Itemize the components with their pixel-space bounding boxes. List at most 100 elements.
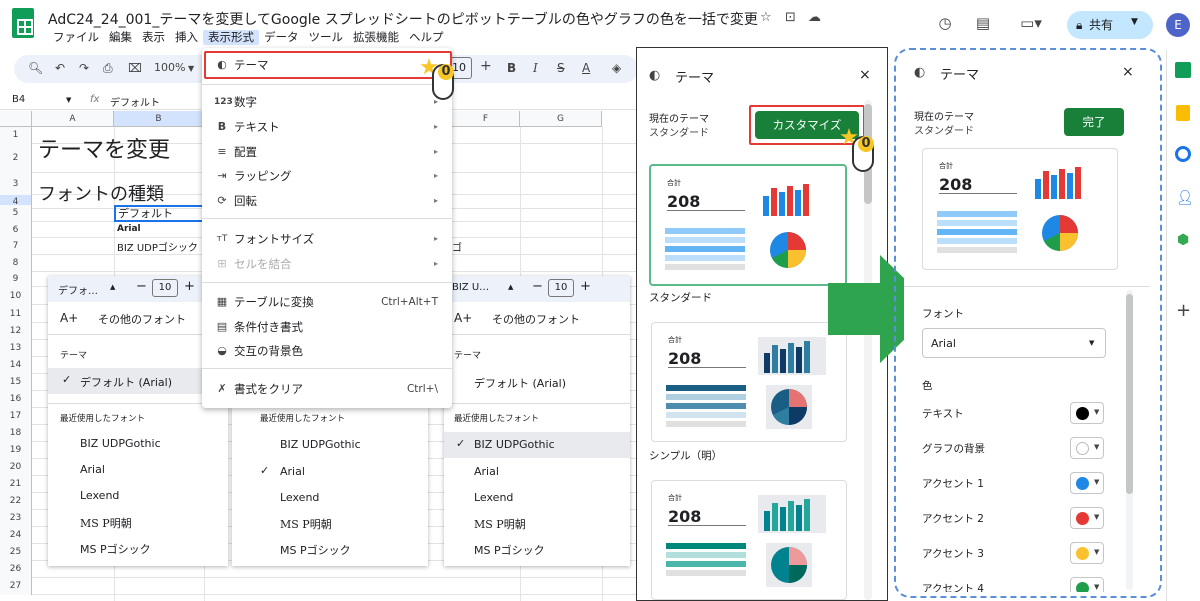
row-header[interactable]: 6 bbox=[0, 222, 32, 238]
menu-item-number[interactable]: 123 数字 ▸ bbox=[202, 91, 452, 113]
color-swatch-button[interactable]: ▼ bbox=[1070, 472, 1104, 494]
row-header[interactable]: 23 bbox=[0, 510, 32, 527]
theme-card-simple-light[interactable]: 合計 208 bbox=[651, 322, 847, 442]
comment-icon[interactable]: ▤ bbox=[973, 14, 993, 32]
menu-item-conditional-format[interactable]: ▤ 条件付き書式 bbox=[202, 316, 452, 338]
row-header[interactable]: 24 bbox=[0, 527, 32, 544]
font-option-lexend[interactable]: Lexend bbox=[474, 491, 513, 504]
font-option-ms-p-gothic[interactable]: MS Pゴシック bbox=[80, 541, 151, 557]
increase-font-size-icon[interactable]: + bbox=[184, 279, 195, 294]
fill-color-icon[interactable]: ◈ bbox=[612, 61, 621, 75]
color-swatch-button[interactable]: ▼ bbox=[1070, 542, 1104, 564]
done-button[interactable]: 完了 bbox=[1064, 108, 1124, 136]
row-header[interactable]: 17 bbox=[0, 408, 32, 425]
font-option-ms-p-gothic[interactable]: MS Pゴシック bbox=[474, 542, 545, 558]
avatar[interactable]: E bbox=[1166, 13, 1190, 37]
menu-item-rotation[interactable]: ⟳ 回転 ▸ bbox=[202, 190, 452, 212]
cell-b6[interactable]: BIZ UDPゴシック bbox=[117, 239, 198, 254]
row-header[interactable]: 20 bbox=[0, 459, 32, 476]
strikethrough-icon[interactable]: S bbox=[557, 61, 565, 75]
font-option-ms-p-mincho[interactable]: MS P明朝 bbox=[280, 516, 332, 532]
row-header[interactable]: 9 bbox=[0, 272, 32, 287]
contacts-icon[interactable]: 👤︎ bbox=[1176, 190, 1194, 206]
font-option-arial[interactable]: Arial bbox=[280, 465, 305, 478]
close-icon[interactable]: × bbox=[1122, 64, 1134, 80]
italic-icon[interactable]: I bbox=[533, 61, 538, 75]
color-swatch-button[interactable]: ▼ bbox=[1070, 507, 1104, 529]
column-header-g[interactable]: G bbox=[520, 111, 602, 127]
color-swatch-button[interactable]: ▼ bbox=[1070, 577, 1104, 592]
menu-item-theme[interactable]: ◐ テーマ bbox=[202, 54, 452, 76]
menu-view[interactable]: 表示 bbox=[137, 30, 170, 45]
menu-insert[interactable]: 挿入 bbox=[170, 30, 203, 45]
sheets-logo[interactable] bbox=[12, 8, 34, 38]
cell-f6[interactable]: ゴ bbox=[452, 239, 462, 254]
meet-icon[interactable]: ▭▾ bbox=[1013, 14, 1049, 32]
row-header[interactable]: 27 bbox=[0, 578, 32, 595]
font-select[interactable]: BIZ U… bbox=[452, 282, 489, 293]
column-header-a[interactable]: A bbox=[32, 111, 114, 127]
menu-tools[interactable]: ツール bbox=[304, 30, 349, 45]
formula-input[interactable]: デフォルト bbox=[110, 94, 160, 109]
sheet-heading-font-types[interactable]: フォントの種類 bbox=[38, 180, 164, 206]
row-header[interactable]: 11 bbox=[0, 305, 32, 323]
font-option-ms-p-gothic[interactable]: MS Pゴシック bbox=[280, 542, 351, 558]
decrease-font-size-icon[interactable]: − bbox=[532, 279, 543, 294]
more-fonts[interactable]: その他のフォント bbox=[492, 311, 580, 327]
row-header[interactable]: 3 bbox=[0, 173, 32, 195]
menu-item-font-size[interactable]: тT フォントサイズ ▸ bbox=[202, 228, 452, 250]
menu-help[interactable]: ヘルプ bbox=[404, 30, 449, 45]
name-box[interactable]: B4 bbox=[12, 94, 25, 105]
color-swatch-button[interactable]: ▼ bbox=[1070, 437, 1104, 459]
increase-font-size-icon[interactable]: + bbox=[580, 279, 591, 294]
row-header[interactable]: 1 bbox=[0, 127, 32, 144]
increase-font-size-icon[interactable]: + bbox=[480, 58, 492, 74]
color-swatch-button[interactable]: ▼ bbox=[1070, 402, 1104, 424]
name-box-dropdown-icon[interactable]: ▼ bbox=[66, 96, 71, 104]
add-font-icon[interactable]: A+ bbox=[60, 311, 78, 325]
paint-format-icon[interactable]: ⌧ bbox=[128, 61, 142, 75]
add-font-icon[interactable]: A+ bbox=[454, 311, 472, 325]
font-option-lexend[interactable]: Lexend bbox=[80, 489, 119, 502]
menu-extensions[interactable]: 拡張機能 bbox=[348, 30, 404, 45]
row-header[interactable]: 10 bbox=[0, 287, 32, 305]
scrollbar[interactable] bbox=[1126, 290, 1133, 590]
row-header[interactable]: 16 bbox=[0, 391, 32, 408]
more-fonts[interactable]: その他のフォント bbox=[98, 311, 186, 327]
move-folder-icon[interactable]: ⊡ bbox=[785, 10, 796, 25]
font-option-biz-udpgothic[interactable]: BIZ UDPGothic bbox=[474, 438, 555, 451]
row-header[interactable]: 5 bbox=[0, 205, 32, 222]
row-header[interactable]: 13 bbox=[0, 340, 32, 357]
row-header[interactable]: 26 bbox=[0, 561, 32, 578]
row-header[interactable]: 25 bbox=[0, 544, 32, 561]
sheet-heading-theme[interactable]: テーマを変更 bbox=[38, 132, 170, 164]
menu-file[interactable]: ファイル bbox=[48, 30, 104, 45]
font-option-biz-udpgothic[interactable]: BIZ UDPGothic bbox=[280, 438, 361, 451]
menu-format[interactable]: 表示形式 bbox=[203, 30, 259, 45]
cell-b4[interactable]: デフォルト bbox=[114, 205, 206, 222]
history-icon[interactable]: ◷ bbox=[935, 14, 955, 32]
row-header[interactable]: 8 bbox=[0, 255, 32, 272]
font-option-arial[interactable]: Arial bbox=[80, 463, 105, 476]
theme-font-item[interactable]: デフォルト (Arial) bbox=[474, 375, 566, 391]
row-header[interactable]: 19 bbox=[0, 442, 32, 459]
menu-item-text[interactable]: B テキスト ▸ bbox=[202, 116, 452, 138]
share-dropdown-icon[interactable]: ▼ bbox=[1131, 17, 1138, 27]
font-option-biz-udpgothic[interactable]: BIZ UDPGothic bbox=[80, 437, 161, 450]
menu-edit[interactable]: 編集 bbox=[104, 30, 137, 45]
theme-font-item[interactable]: デフォルト (Arial) bbox=[80, 374, 172, 390]
sheets-side-icon[interactable] bbox=[1175, 62, 1191, 78]
add-addon-icon[interactable]: + bbox=[1176, 300, 1191, 321]
theme-card-3[interactable]: 合計 208 bbox=[651, 480, 847, 600]
theme-card-standard[interactable]: 合計 208 bbox=[649, 164, 847, 286]
undo-icon[interactable]: ↶ bbox=[55, 61, 65, 75]
theme-font-select[interactable]: Arial ▼ bbox=[922, 328, 1106, 358]
column-header-f[interactable]: F bbox=[452, 111, 520, 127]
zoom-select[interactable]: 100% bbox=[154, 61, 185, 74]
select-all-corner[interactable] bbox=[0, 111, 32, 127]
menu-item-clear-formatting[interactable]: ✗ 書式をクリア Ctrl+\ bbox=[202, 378, 452, 400]
text-color-icon[interactable]: A bbox=[582, 61, 590, 75]
decrease-font-size-icon[interactable]: − bbox=[136, 279, 147, 294]
row-header[interactable]: 21 bbox=[0, 476, 32, 493]
row-header[interactable]: 15 bbox=[0, 374, 32, 391]
